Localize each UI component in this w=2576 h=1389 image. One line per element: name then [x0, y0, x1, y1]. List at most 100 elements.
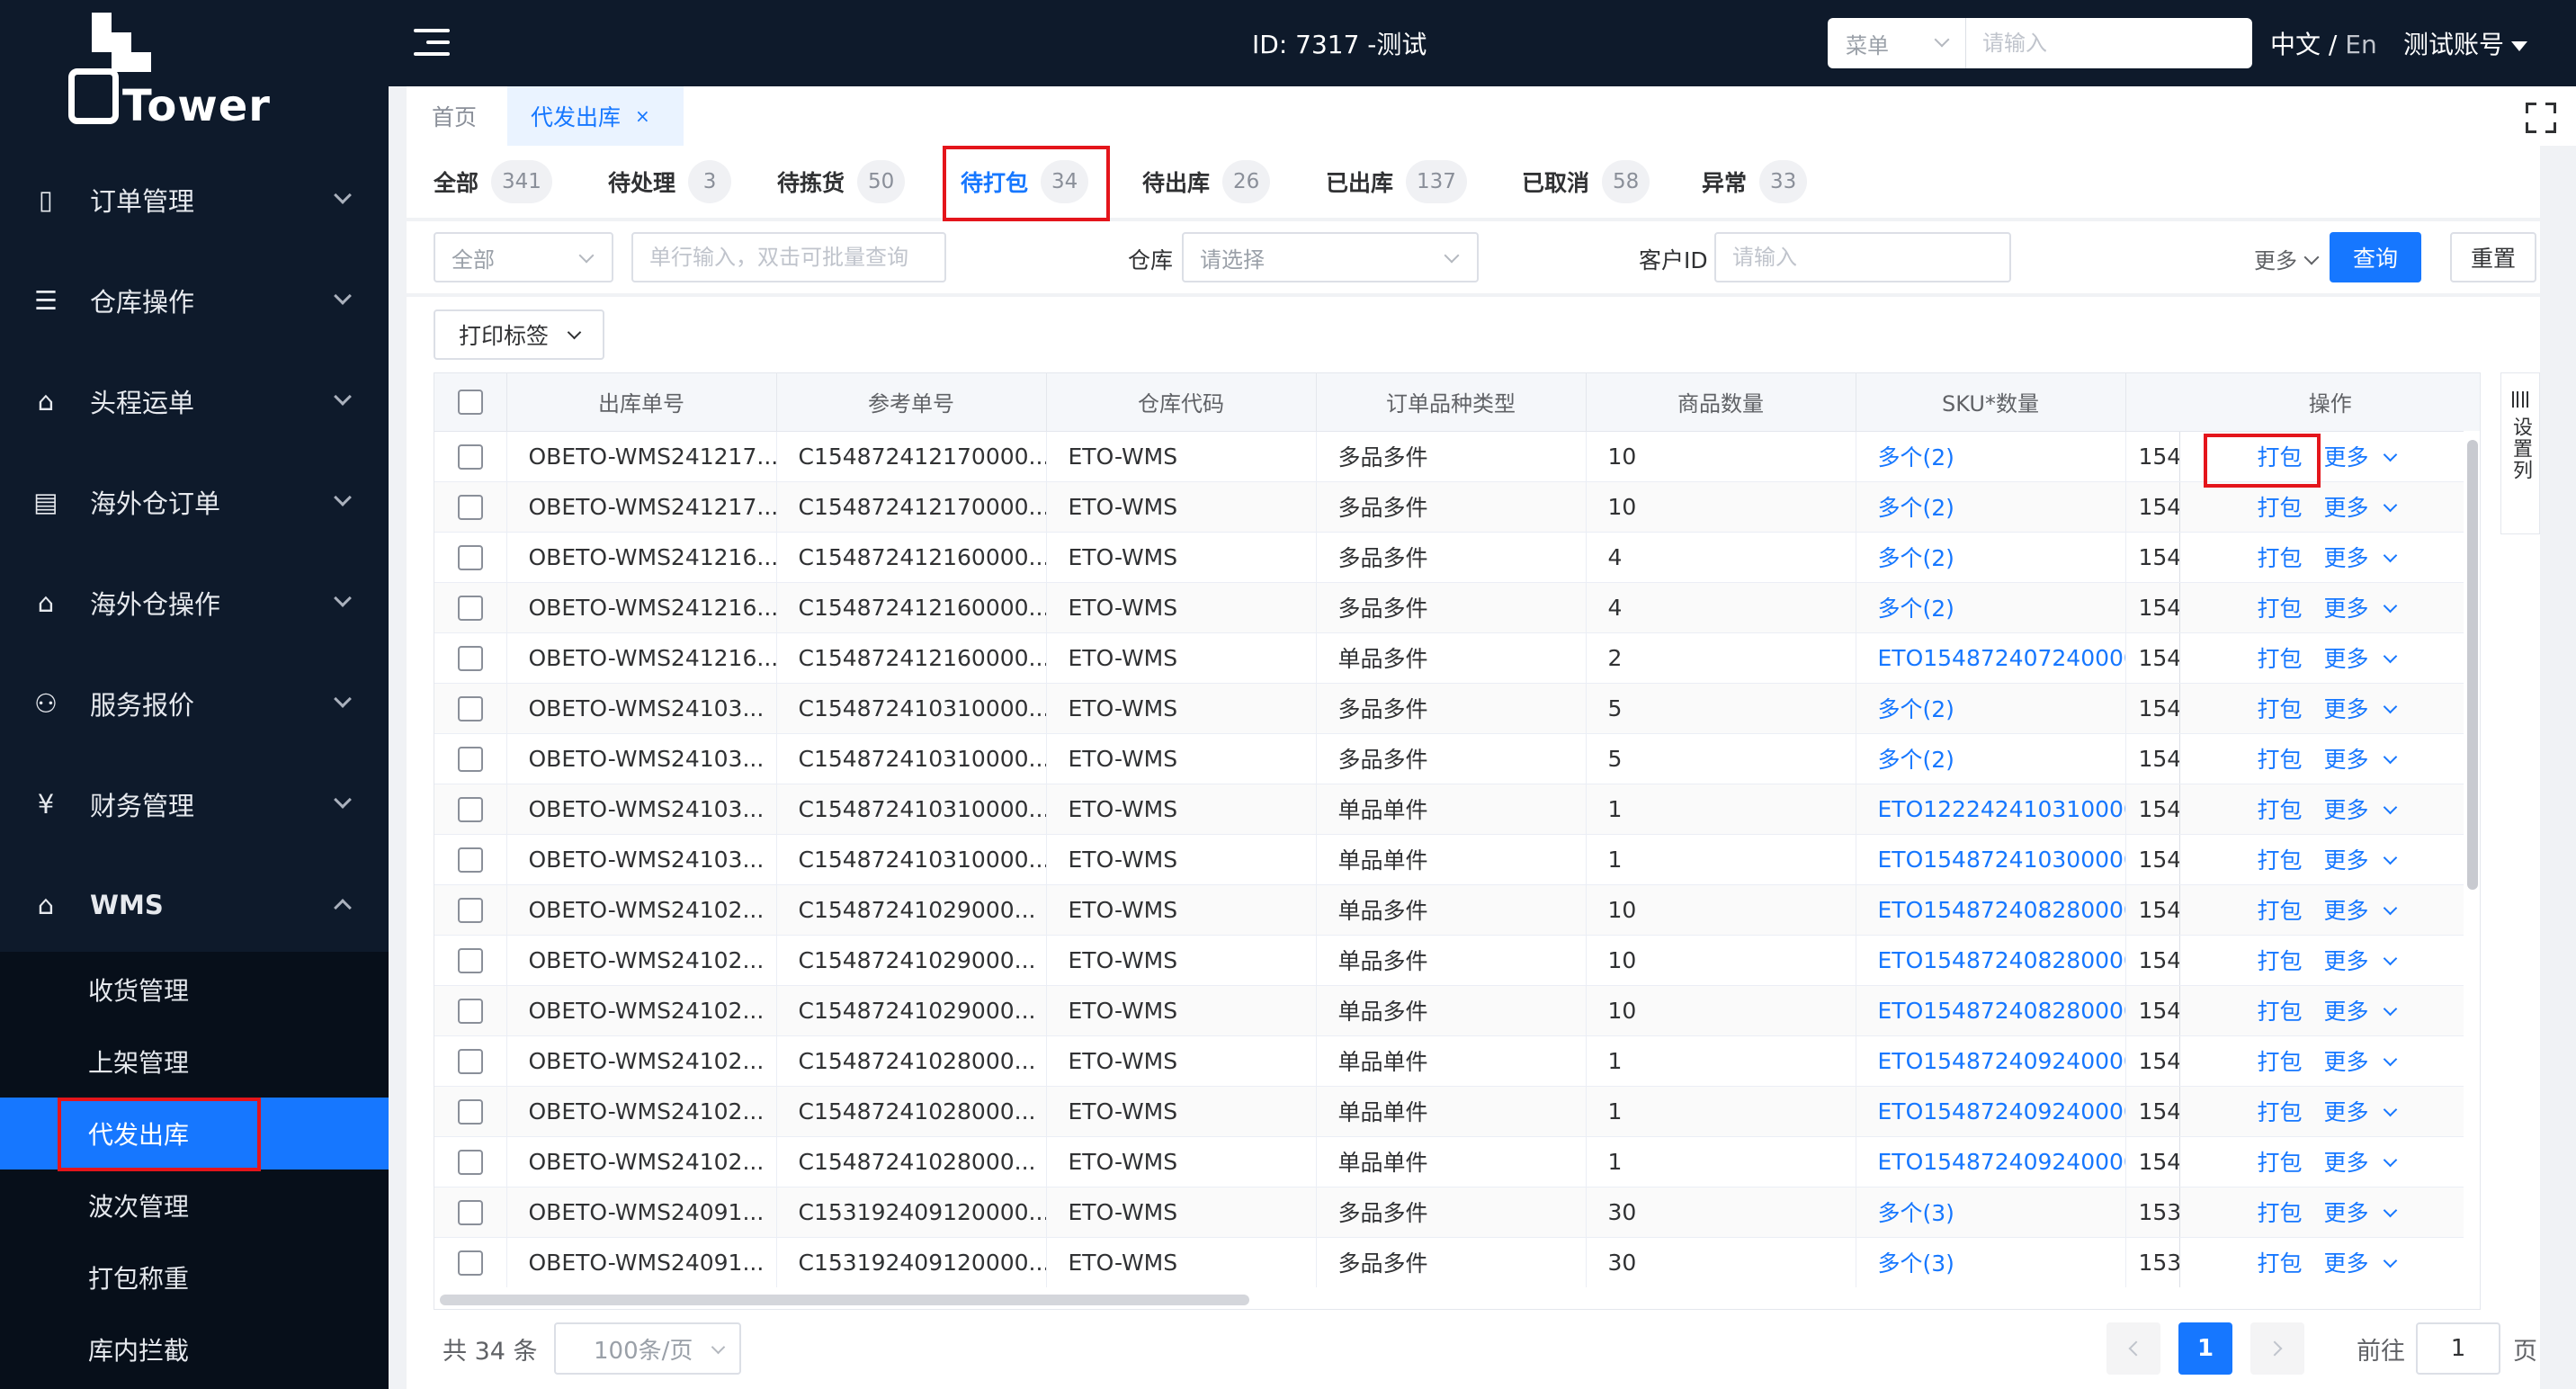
chevron-down-icon[interactable] — [2383, 447, 2397, 462]
chevron-down-icon[interactable] — [2383, 1102, 2397, 1117]
sku-link[interactable]: 多个(3) — [1856, 1237, 2126, 1288]
pack-button[interactable]: 打包 — [2258, 1095, 2303, 1127]
pack-button[interactable]: 打包 — [2258, 1145, 2303, 1178]
status-tab[interactable]: 异常 33 — [1702, 146, 1808, 218]
sku-link[interactable]: ETO1548724092400001 — [1856, 1136, 2126, 1187]
chevron-down-icon[interactable] — [2383, 649, 2397, 664]
chevron-down-icon[interactable] — [2383, 1001, 2397, 1017]
batch-query-input[interactable] — [631, 232, 946, 282]
tab-dropship-outbound[interactable]: 代发出库 × — [507, 86, 684, 146]
more-actions-button[interactable]: 更多 — [2324, 793, 2369, 825]
chevron-down-icon[interactable] — [2383, 850, 2397, 865]
sidebar-menu-item[interactable]: ☰ 仓库操作 — [0, 250, 389, 351]
menu-toggle-icon[interactable] — [414, 27, 450, 58]
row-checkbox[interactable] — [434, 884, 507, 936]
sku-link[interactable]: 多个(2) — [1856, 431, 2126, 482]
pack-button[interactable]: 打包 — [2258, 994, 2303, 1026]
row-checkbox[interactable] — [434, 532, 507, 583]
more-actions-button[interactable]: 更多 — [2324, 541, 2369, 573]
reset-button[interactable]: 重置 — [2450, 232, 2536, 282]
wms-submenu-item[interactable]: 波次管理 — [0, 1169, 389, 1241]
wms-submenu-item[interactable]: 打包称重 — [0, 1241, 389, 1313]
customer-id-input[interactable] — [1714, 232, 2011, 282]
chevron-down-icon[interactable] — [2383, 1203, 2397, 1218]
more-actions-button[interactable]: 更多 — [2324, 1044, 2369, 1077]
pack-button[interactable]: 打包 — [2258, 1196, 2303, 1228]
status-tab[interactable]: 全部 341 — [434, 146, 552, 218]
sidebar-menu-item[interactable]: ▯ 订单管理 — [0, 149, 389, 250]
warehouse-select[interactable]: 请选择 — [1182, 232, 1479, 282]
more-actions-button[interactable]: 更多 — [2324, 1095, 2369, 1127]
sku-link[interactable]: ETO1548724082800002 — [1856, 985, 2126, 1036]
row-checkbox[interactable] — [434, 431, 507, 482]
sidebar-menu-item[interactable]: ¥ 财务管理 — [0, 754, 389, 855]
chevron-down-icon[interactable] — [2383, 800, 2397, 815]
more-actions-button[interactable]: 更多 — [2324, 994, 2369, 1026]
pack-button[interactable]: 打包 — [2258, 843, 2303, 875]
sku-link[interactable]: 多个(2) — [1856, 532, 2126, 583]
select-all-checkbox[interactable] — [434, 373, 507, 432]
more-actions-button[interactable]: 更多 — [2324, 1196, 2369, 1228]
sidebar-menu-item[interactable]: ⌂ WMS — [0, 855, 389, 955]
sidebar-menu-item[interactable]: ⌂ 海外仓操作 — [0, 552, 389, 653]
pack-button[interactable]: 打包 — [2258, 692, 2303, 724]
sidebar-menu-item[interactable]: ⚇ 服务报价 — [0, 653, 389, 754]
chevron-down-icon[interactable] — [2383, 901, 2397, 916]
chevron-down-icon[interactable] — [2383, 1152, 2397, 1168]
chevron-down-icon[interactable] — [2383, 749, 2397, 765]
etower-logo[interactable]: Tower — [68, 13, 302, 131]
pack-button[interactable]: 打包 — [2258, 591, 2303, 623]
page-size-select[interactable]: 100条/页 — [554, 1322, 741, 1375]
wms-submenu-item[interactable]: 库内拦截 — [0, 1313, 389, 1385]
vertical-scrollbar[interactable] — [2464, 431, 2480, 1287]
fullscreen-icon[interactable] — [2526, 103, 2556, 133]
row-checkbox[interactable] — [434, 1237, 507, 1288]
more-actions-button[interactable]: 更多 — [2324, 1246, 2369, 1278]
chevron-down-icon[interactable] — [2383, 1253, 2397, 1268]
row-checkbox[interactable] — [434, 582, 507, 633]
menu-type-select[interactable]: 菜单 — [1828, 18, 1966, 68]
goto-page-input[interactable] — [2416, 1322, 2500, 1375]
next-page-button[interactable] — [2250, 1322, 2304, 1375]
pack-button[interactable]: 打包 — [2258, 541, 2303, 573]
row-checkbox[interactable] — [434, 683, 507, 734]
more-actions-button[interactable]: 更多 — [2324, 490, 2369, 523]
query-button[interactable]: 查询 — [2330, 232, 2421, 282]
tab-home[interactable]: 首页 — [407, 86, 502, 146]
status-tab[interactable]: 待出库 26 — [1142, 146, 1271, 218]
order-type-select[interactable]: 全部 — [434, 232, 613, 282]
row-checkbox[interactable] — [434, 834, 507, 885]
row-checkbox[interactable] — [434, 1086, 507, 1137]
wms-submenu-item[interactable]: 收货管理 — [0, 954, 389, 1026]
sku-link[interactable]: ETO1548724082800002 — [1856, 884, 2126, 936]
more-actions-button[interactable]: 更多 — [2324, 440, 2369, 472]
chevron-down-icon[interactable] — [2383, 497, 2397, 513]
pack-button[interactable]: 打包 — [2258, 490, 2303, 523]
row-checkbox[interactable] — [434, 784, 507, 835]
sku-link[interactable]: 多个(2) — [1856, 582, 2126, 633]
close-icon[interactable]: × — [635, 105, 650, 127]
account-menu[interactable]: 测试账号 — [2403, 25, 2528, 61]
row-checkbox[interactable] — [434, 481, 507, 533]
sku-link[interactable]: 多个(2) — [1856, 481, 2126, 533]
chevron-down-icon[interactable] — [2383, 699, 2397, 714]
status-tab[interactable]: 待处理 3 — [608, 146, 732, 218]
pack-button[interactable]: 打包 — [2258, 893, 2303, 926]
horizontal-scrollbar[interactable] — [434, 1287, 2480, 1309]
language-switch[interactable]: 中文 / En — [2270, 25, 2377, 61]
more-actions-button[interactable]: 更多 — [2324, 1145, 2369, 1178]
sku-link[interactable]: ETO1548724103000005 — [1856, 834, 2126, 885]
page-number-current[interactable]: 1 — [2178, 1322, 2232, 1375]
chevron-down-icon[interactable] — [2383, 951, 2397, 966]
row-checkbox[interactable] — [434, 1136, 507, 1187]
sku-link[interactable]: ETO1548724072400001 — [1856, 632, 2126, 684]
sku-link[interactable]: ETO1548724092400001 — [1856, 1086, 2126, 1137]
sku-link[interactable]: 多个(2) — [1856, 683, 2126, 734]
sku-link[interactable]: ETO1222424103100002 — [1856, 784, 2126, 835]
menu-search-input[interactable] — [1966, 18, 2252, 68]
more-actions-button[interactable]: 更多 — [2324, 591, 2369, 623]
more-actions-button[interactable]: 更多 — [2324, 692, 2369, 724]
more-filters-toggle[interactable]: 更多 — [2254, 243, 2320, 274]
more-actions-button[interactable]: 更多 — [2324, 944, 2369, 976]
pack-button[interactable]: 打包 — [2258, 742, 2303, 775]
